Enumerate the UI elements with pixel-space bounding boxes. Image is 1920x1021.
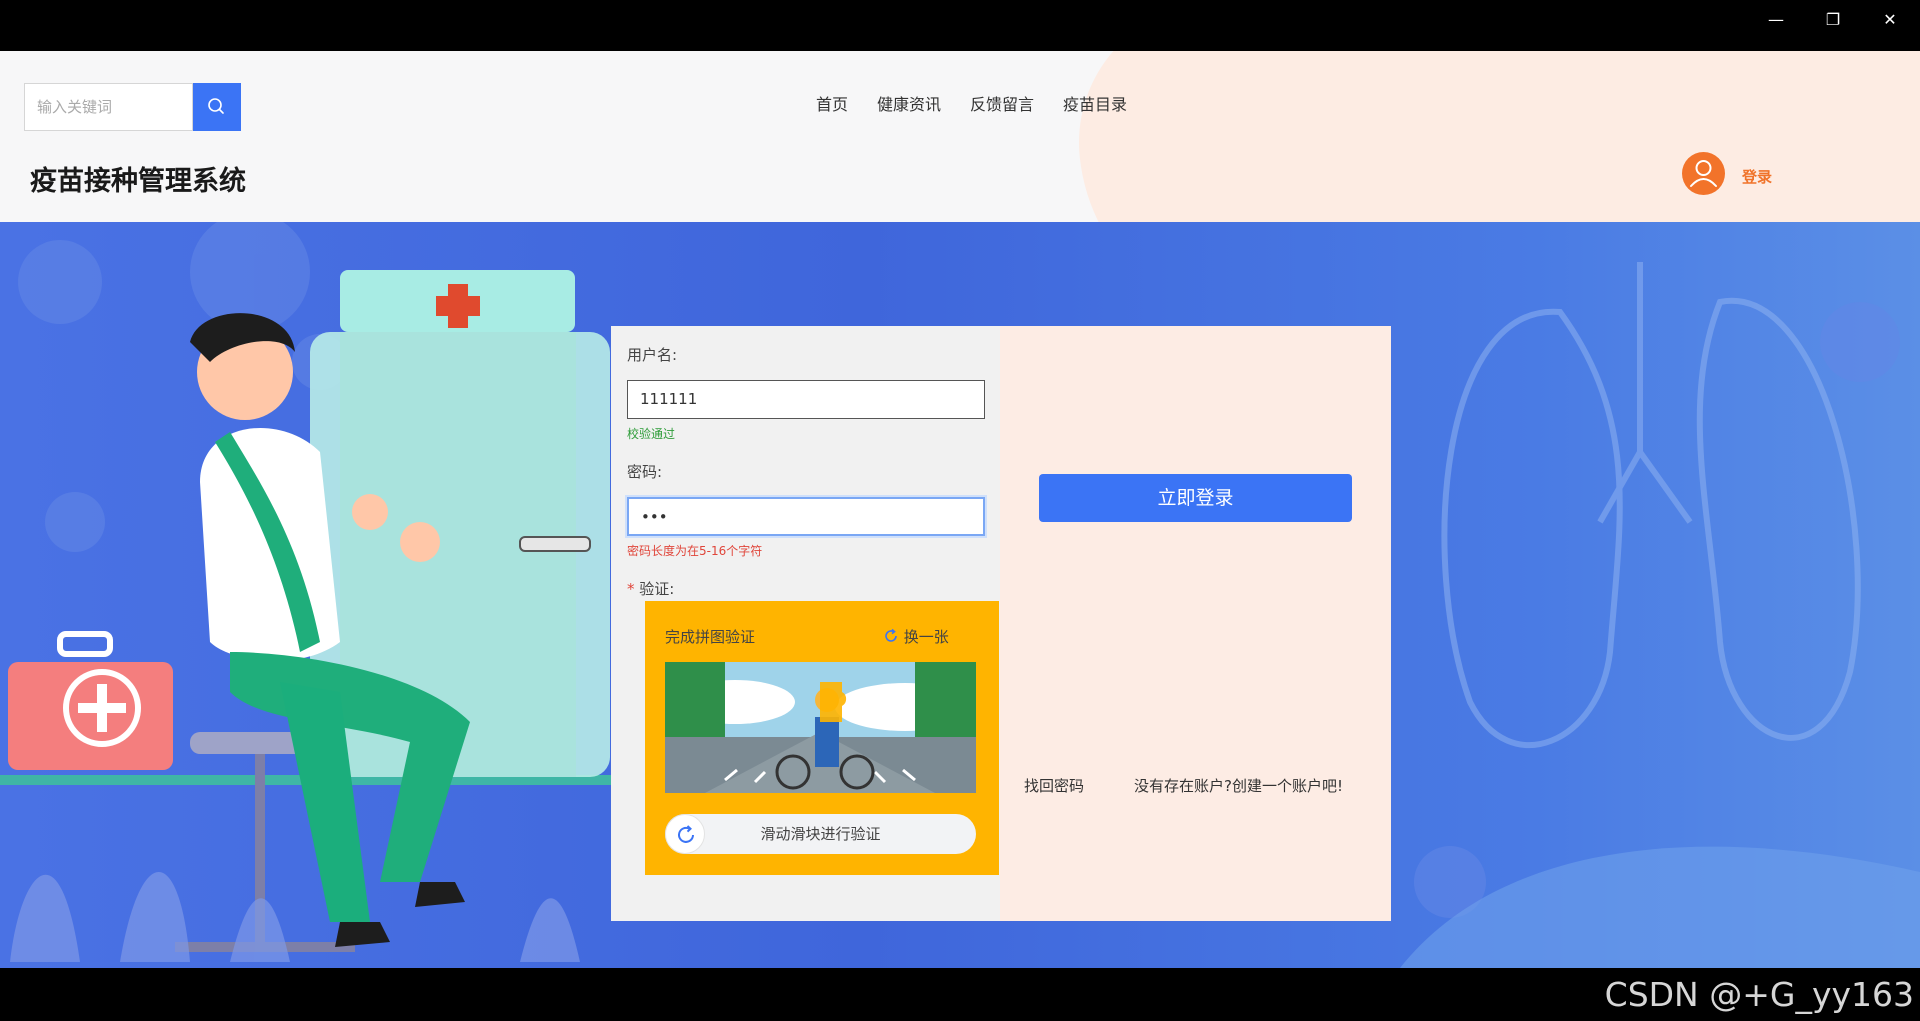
user-avatar[interactable]: [1682, 152, 1725, 195]
captcha-image: [665, 662, 976, 793]
captcha-refresh-button[interactable]: 换一张: [883, 626, 949, 647]
refresh-icon: [885, 628, 897, 642]
nav-health-news[interactable]: 健康资讯: [877, 91, 941, 115]
nav-home[interactable]: 首页: [816, 91, 848, 115]
captcha-box: 完成拼图验证 换一张 滑动滑块进行验证: [645, 601, 999, 875]
user-icon: [1690, 160, 1717, 187]
captcha-title: 完成拼图验证: [665, 628, 756, 646]
search-button[interactable]: [193, 83, 241, 131]
username-label: 用户名:: [627, 346, 678, 364]
username-hint: 校验通过: [627, 427, 676, 441]
password-hint: 密码长度为在5-16个字符: [627, 544, 763, 558]
site-title: 疫苗接种管理系统: [30, 166, 246, 197]
password-field[interactable]: •••: [627, 497, 985, 536]
search-icon: [208, 98, 224, 114]
main-nav: 首页 健康资讯 反馈留言 疫苗目录: [816, 91, 1127, 115]
required-mark: *: [627, 580, 635, 598]
captcha-slider-text: 滑动滑块进行验证: [760, 825, 881, 843]
login-form-panel: 用户名: 111111 校验通过 密码: ••• 密码长度为在5-16个字符 *…: [611, 326, 1000, 921]
login-submit-button[interactable]: 立即登录: [1039, 474, 1352, 522]
verify-label-text: 验证:: [639, 580, 675, 598]
captcha-refresh-label: 换一张: [903, 628, 949, 646]
header-login-link[interactable]: 登录: [1742, 166, 1772, 187]
captcha-slider-track[interactable]: 滑动滑块进行验证: [665, 814, 976, 854]
username-field[interactable]: 111111: [627, 380, 985, 419]
minimize-button[interactable]: —: [1764, 8, 1788, 32]
refresh-icon: [678, 825, 694, 843]
site-header: 首页 健康资讯 反馈留言 疫苗目录 疫苗接种管理系统 登录: [0, 51, 1920, 222]
login-action-panel: 立即登录 找回密码 没有存在账户?创建一个账户吧!: [1000, 326, 1391, 921]
verify-label: * 验证:: [627, 578, 674, 599]
nav-feedback[interactable]: 反馈留言: [970, 91, 1034, 115]
register-link[interactable]: 没有存在账户?创建一个账户吧!: [1134, 775, 1343, 796]
restore-button[interactable]: ❐: [1821, 8, 1845, 32]
password-label: 密码:: [627, 463, 663, 481]
search-box: [24, 83, 193, 131]
search-input[interactable]: [25, 84, 192, 130]
close-button[interactable]: ✕: [1878, 8, 1902, 32]
window-titlebar: — ❐ ✕: [0, 0, 1920, 51]
forgot-password-link[interactable]: 找回密码: [1024, 775, 1084, 796]
captcha-slider-handle[interactable]: [665, 814, 705, 854]
header-decoration: [1065, 51, 1920, 222]
nav-vaccine-catalog[interactable]: 疫苗目录: [1063, 91, 1127, 115]
watermark: CSDN @+G_yy163: [1604, 975, 1914, 1014]
